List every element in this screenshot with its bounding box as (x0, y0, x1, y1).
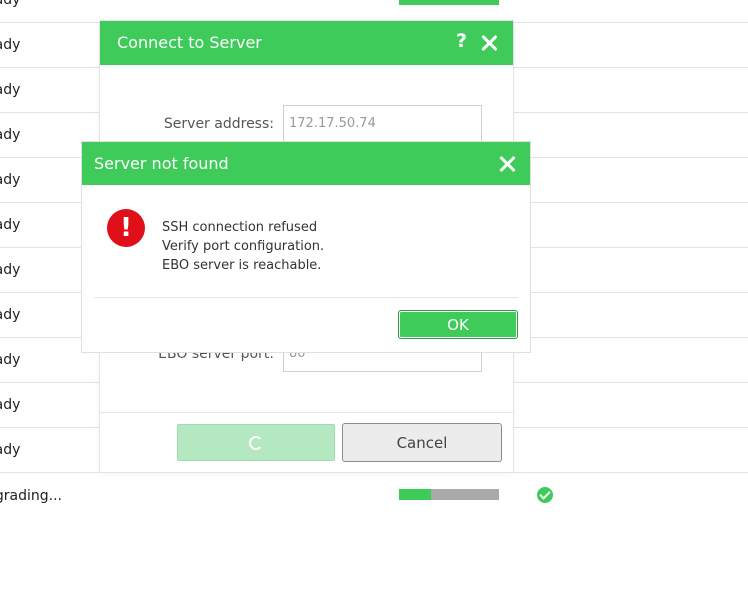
list-item-status: eady (0, 37, 21, 53)
list-item-status: eady (0, 217, 21, 233)
list-item-status: eady (0, 262, 21, 278)
list-item-status: eady (0, 127, 21, 143)
list-item-status: eady (0, 397, 21, 413)
connect-button[interactable] (177, 424, 335, 461)
upgrade-progress-fill (399, 489, 431, 500)
error-message-line: SSH connection refused (162, 220, 318, 235)
dialog-title: Connect to Server (117, 33, 262, 52)
list-item-status: eady (0, 0, 21, 8)
list-item: eady (0, 0, 748, 23)
list-item-status: eady (0, 172, 21, 188)
dialog-footer-divider (100, 412, 513, 413)
list-item-status: pgrading... (0, 487, 62, 504)
error-message-line: Verify port configuration. (162, 239, 325, 254)
error-dialog-divider (94, 297, 518, 298)
spinner-icon (249, 436, 263, 450)
close-icon[interactable] (498, 155, 516, 173)
list-item-status: eady (0, 352, 21, 368)
check-circle-icon (537, 487, 553, 503)
error-icon: ! (107, 209, 145, 247)
error-message-line: EBO server is reachable. (162, 258, 322, 273)
list-item-status: eady (0, 82, 21, 98)
list-item-status: eady (0, 307, 21, 323)
error-dialog-title: Server not found (94, 154, 229, 173)
list-item-status: eady (0, 442, 21, 458)
server-address-label: Server address: (163, 116, 274, 132)
help-icon[interactable]: ? (456, 30, 467, 52)
list-item: pgrading... (0, 473, 748, 518)
ok-button[interactable]: OK (398, 310, 518, 339)
error-dialog-header: Server not found (82, 142, 530, 185)
upgrade-progress-bar (399, 489, 499, 500)
cancel-button[interactable]: Cancel (342, 423, 502, 462)
progress-bar (399, 0, 499, 5)
server-not-found-dialog: Server not found ! SSH connection refuse… (82, 142, 530, 352)
dialog-header: Connect to Server ? (100, 21, 513, 65)
page: eady eady eady eady eady eady eady eady … (0, 0, 748, 606)
server-address-input[interactable] (283, 105, 482, 142)
close-icon[interactable] (480, 34, 498, 52)
